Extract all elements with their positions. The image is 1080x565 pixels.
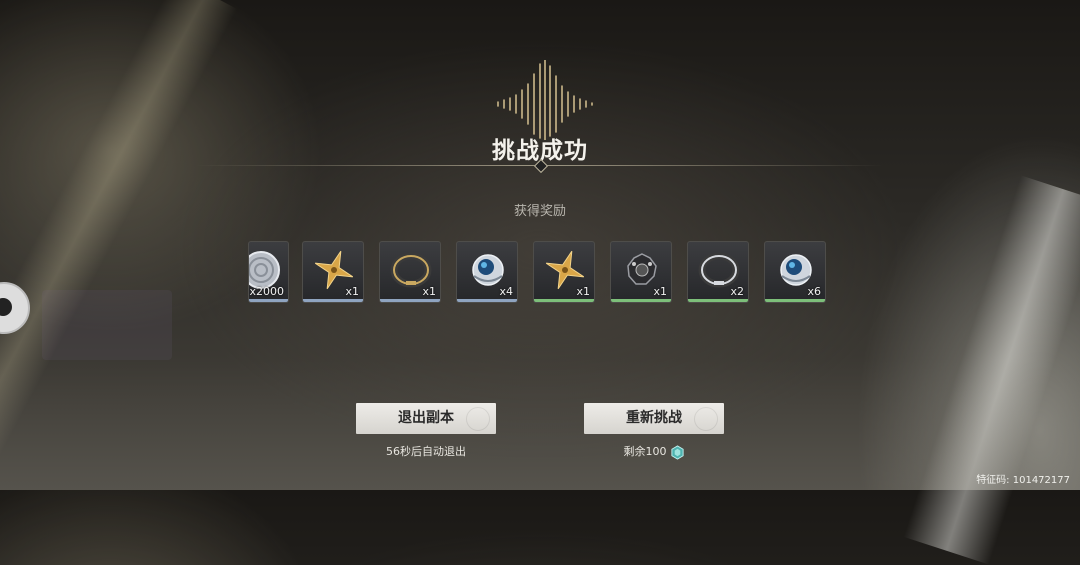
reward-quantity: x1 — [576, 285, 590, 298]
rarity-bar — [688, 299, 748, 302]
reward-quantity: x1 — [653, 285, 667, 298]
exit-dungeon-label: 退出副本 — [398, 410, 454, 426]
rarity-bar — [457, 299, 517, 302]
background-panel — [42, 290, 172, 360]
remaining-attempts-text: 剩余100 — [623, 445, 667, 458]
reward-item[interactable]: x4 — [456, 241, 518, 303]
light-streak — [903, 175, 1080, 565]
retry-challenge-label: 重新挑战 — [626, 410, 682, 426]
reward-quantity: x6 — [807, 285, 821, 298]
rewards-heading: 获得奖励 — [513, 204, 566, 219]
reward-item[interactable]: x1 — [533, 241, 595, 303]
reward-quantity: x4 — [499, 285, 513, 298]
button-ornament — [466, 407, 490, 431]
avatar — [0, 282, 30, 334]
rarity-bar — [611, 299, 671, 302]
reward-quantity: x2 — [730, 285, 744, 298]
floor-glow — [0, 360, 1080, 490]
reward-quantity: x1 — [422, 285, 436, 298]
sound-wave-emblem-icon — [497, 60, 593, 140]
exit-dungeon-button[interactable]: 退出副本 — [356, 403, 496, 434]
reward-item[interactable]: x1 — [379, 241, 441, 303]
retry-challenge-button[interactable]: 重新挑战 — [584, 403, 724, 434]
rarity-bar — [380, 299, 440, 302]
reward-item[interactable]: x1 — [610, 241, 672, 303]
reward-list: x2000 x1 x1 x4 x1 x1 x2 x6 — [248, 241, 828, 305]
button-ornament — [694, 407, 718, 431]
rarity-bar — [765, 299, 825, 302]
rarity-bar — [303, 299, 363, 302]
rarity-bar — [249, 299, 288, 302]
auto-exit-countdown: 56秒后自动退出 — [386, 445, 466, 458]
reward-quantity: x2000 — [249, 285, 284, 298]
reward-quantity: x1 — [345, 285, 359, 298]
light-streak — [0, 0, 238, 504]
crystal-cube-icon — [670, 444, 684, 460]
reward-item[interactable]: x2 — [687, 241, 749, 303]
feature-code: 特征码: 101472177 — [976, 475, 1070, 486]
reward-item[interactable]: x6 — [764, 241, 826, 303]
reward-item[interactable]: x1 — [302, 241, 364, 303]
remaining-attempts: 剩余100 — [584, 443, 724, 460]
reward-item[interactable]: x2000 — [248, 241, 289, 303]
rarity-bar — [534, 299, 594, 302]
